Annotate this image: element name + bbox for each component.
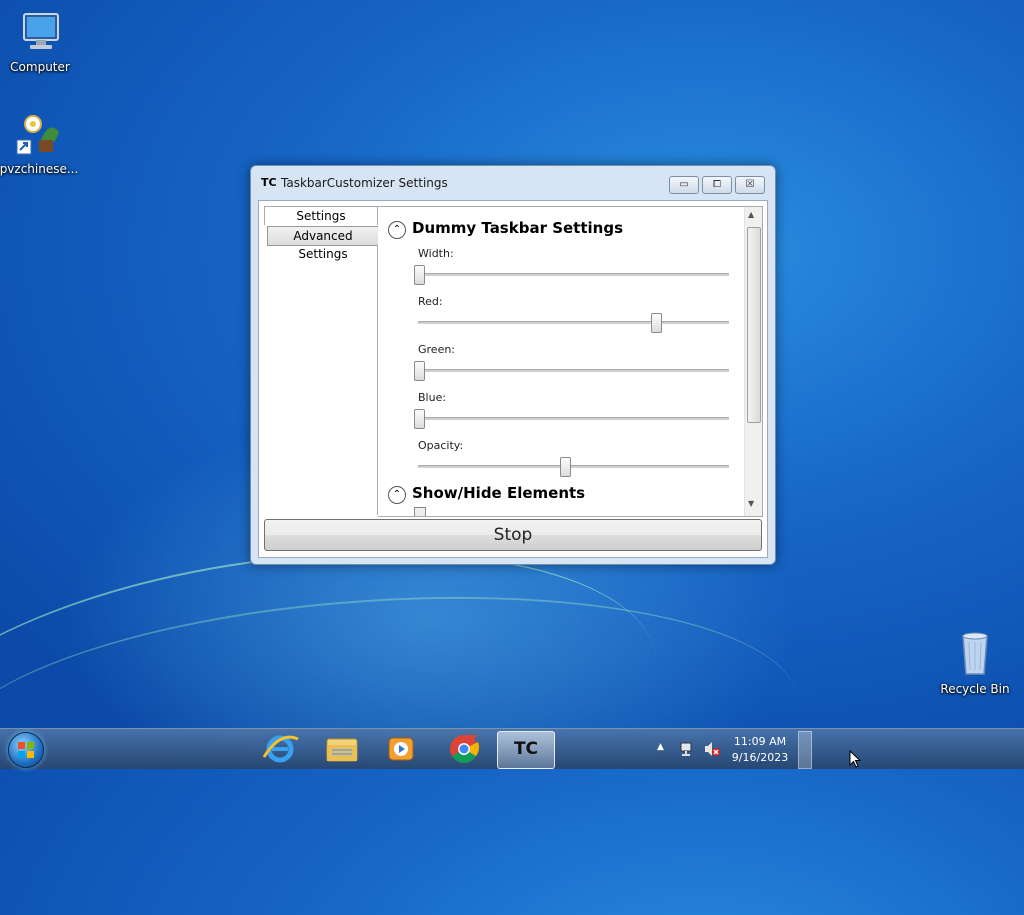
- mouse-cursor-icon: [849, 750, 862, 768]
- taskbar-media-player[interactable]: [373, 731, 429, 767]
- taskbarcustomizer-icon: TC: [513, 739, 539, 759]
- chrome-icon: [450, 735, 480, 763]
- slider-label-blue: Blue:: [418, 391, 447, 404]
- show-taskbar-checkbox[interactable]: [414, 507, 426, 516]
- desktop-icon-computer[interactable]: Computer: [0, 8, 80, 74]
- minimize-button[interactable]: ▭: [669, 176, 699, 194]
- folder-icon: [326, 738, 358, 762]
- settings-pane[interactable]: ⌃ Dummy Taskbar Settings Width: Red: Gree…: [378, 206, 763, 517]
- slider-label-red: Red:: [418, 295, 443, 308]
- taskbar: TC ▲ 11:09 AM 9/16/2023: [0, 728, 1024, 769]
- recycle-bin-icon: [951, 630, 999, 678]
- desktop-icon-label: pvzchinese...: [0, 162, 79, 176]
- tab-advanced-settings[interactable]: Advanced Settings: [267, 226, 379, 261]
- taskbarcustomizer-app-icon: TC: [261, 176, 277, 189]
- settings-window: TC TaskbarCustomizer Settings ▭ ⧠ ☒ Sett…: [250, 165, 776, 565]
- slider-track-width[interactable]: [418, 273, 729, 276]
- start-button[interactable]: [8, 732, 44, 768]
- slider-track-blue[interactable]: [418, 417, 729, 420]
- taskbar-chrome[interactable]: [436, 731, 492, 767]
- chevron-up-icon[interactable]: ⌃: [388, 486, 406, 504]
- slider-label-width: Width:: [418, 247, 454, 260]
- show-hidden-icons-arrow-icon[interactable]: ▲: [657, 742, 664, 752]
- window-title: TaskbarCustomizer Settings: [281, 176, 448, 190]
- clock-time: 11:09 AM: [733, 735, 787, 748]
- close-button[interactable]: ☒: [735, 176, 765, 194]
- slider-thumb-width[interactable]: [414, 265, 425, 285]
- slider-label-green: Green:: [418, 343, 456, 356]
- section-show-hide-elements[interactable]: ⌃ Show/Hide Elements: [388, 484, 585, 504]
- desktop-icon-label: Computer: [10, 60, 70, 74]
- media-player-icon: [388, 737, 414, 761]
- slider-label-opacity: Opacity:: [418, 439, 464, 452]
- taskbar-internet-explorer[interactable]: [252, 731, 308, 767]
- slider-track-green[interactable]: [418, 369, 729, 372]
- pvz-game-icon: [15, 110, 63, 158]
- stop-button[interactable]: Stop: [264, 519, 762, 551]
- network-icon[interactable]: [678, 741, 694, 757]
- scroll-up-arrow-icon[interactable]: ▲: [748, 210, 754, 219]
- slider-track-opacity[interactable]: [418, 465, 729, 468]
- desktop-icon-label: Recycle Bin: [940, 682, 1010, 696]
- internet-explorer-icon: [262, 735, 299, 763]
- maximize-button[interactable]: ⧠: [702, 176, 732, 194]
- chevron-up-icon[interactable]: ⌃: [388, 221, 406, 239]
- section-title: Show/Hide Elements: [412, 484, 586, 502]
- scrollbar-thumb[interactable]: [747, 227, 761, 423]
- taskbar-taskbarcustomizer[interactable]: TC: [497, 731, 555, 769]
- slider-thumb-green[interactable]: [414, 361, 425, 381]
- desktop-icon-recycle-bin[interactable]: Recycle Bin: [935, 630, 1015, 696]
- taskbar-file-explorer[interactable]: [314, 731, 370, 767]
- desktop-icon-pvzchinese[interactable]: pvzchinese...: [0, 110, 79, 176]
- scroll-down-arrow-icon[interactable]: ▼: [748, 499, 754, 508]
- window-client-area: Settings Advanced Settings ⌃ Dummy Taskba…: [258, 200, 768, 558]
- show-desktop-button[interactable]: [798, 731, 812, 769]
- clock-date: 9/16/2023: [731, 751, 789, 764]
- section-title: Dummy Taskbar Settings: [412, 219, 623, 237]
- windows-logo-icon: [18, 742, 34, 758]
- vertical-scrollbar[interactable]: ▲ ▼: [744, 207, 762, 516]
- tab-settings[interactable]: Settings: [264, 206, 378, 225]
- taskbar-clock[interactable]: 11:09 AM 9/16/2023: [728, 734, 792, 766]
- slider-thumb-blue[interactable]: [414, 409, 425, 429]
- slider-thumb-opacity[interactable]: [560, 457, 571, 477]
- slider-thumb-red[interactable]: [651, 313, 662, 333]
- computer-icon: [16, 8, 64, 56]
- section-dummy-taskbar[interactable]: ⌃ Dummy Taskbar Settings: [388, 219, 623, 239]
- slider-track-red[interactable]: [418, 321, 729, 324]
- window-titlebar[interactable]: TC TaskbarCustomizer Settings ▭ ⧠ ☒: [251, 166, 775, 200]
- volume-muted-icon[interactable]: [703, 741, 721, 757]
